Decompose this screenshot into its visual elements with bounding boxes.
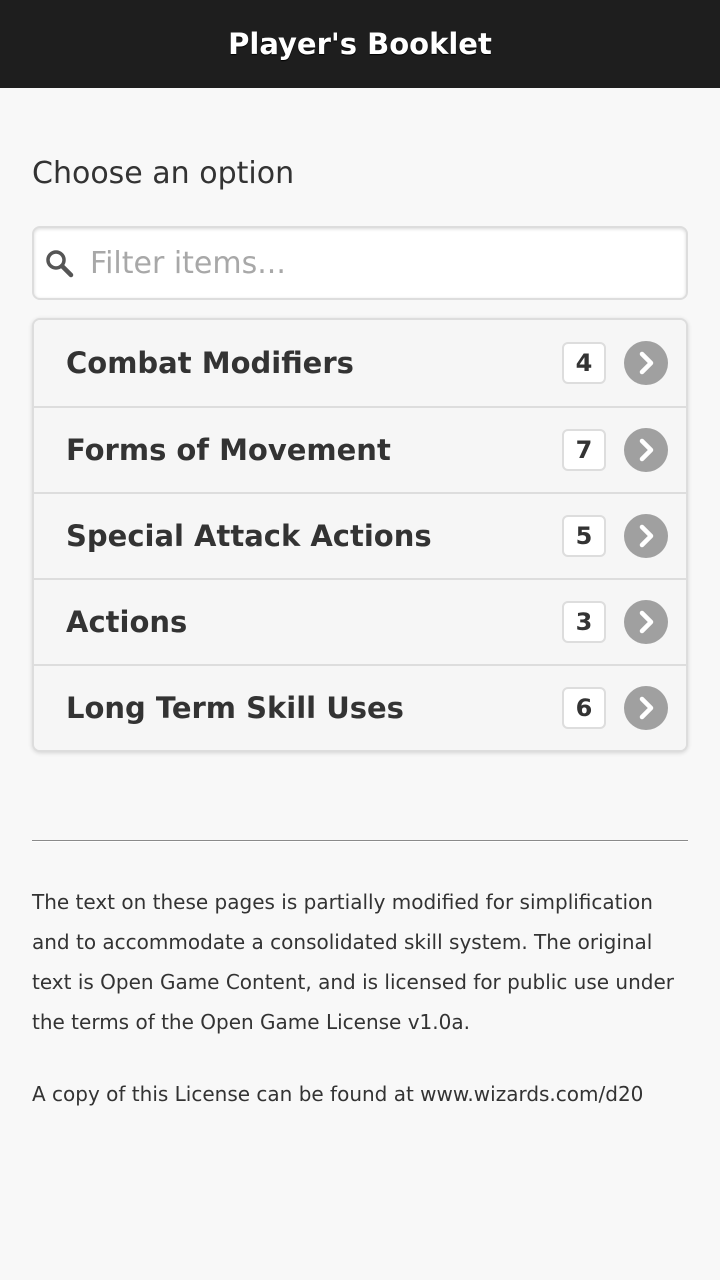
chevron-right-icon[interactable] — [624, 600, 668, 644]
list-item-long-term-skill-uses[interactable]: Long Term Skill Uses 6 — [34, 664, 686, 750]
item-label: Long Term Skill Uses — [66, 691, 404, 725]
item-label: Forms of Movement — [66, 433, 391, 467]
chevron-right-icon[interactable] — [624, 514, 668, 558]
count-badge: 7 — [562, 429, 606, 471]
item-label: Combat Modifiers — [66, 346, 354, 380]
license-text: The text on these pages is partially mod… — [32, 890, 675, 1034]
choose-option-heading: Choose an option — [32, 156, 295, 191]
license-link-text: A copy of this License can be found at w… — [32, 1082, 644, 1106]
search-icon — [46, 250, 74, 278]
list-item-actions[interactable]: Actions 3 — [34, 578, 686, 664]
list-item-combat-modifiers[interactable]: Combat Modifiers 4 — [34, 320, 686, 406]
chevron-right-icon[interactable] — [624, 341, 668, 385]
chevron-right-icon[interactable] — [624, 428, 668, 472]
list-item-forms-of-movement[interactable]: Forms of Movement 7 — [34, 406, 686, 492]
app-header: Player's Booklet — [0, 0, 720, 88]
main-content: Choose an option Combat Modifiers 4 Form… — [0, 154, 720, 1114]
search-bar[interactable] — [32, 226, 688, 300]
divider — [32, 840, 688, 842]
options-list: Combat Modifiers 4 Forms of Movement 7 S… — [32, 318, 688, 752]
chevron-right-icon[interactable] — [624, 686, 668, 730]
count-badge: 3 — [562, 601, 606, 643]
search-input[interactable] — [90, 233, 686, 293]
count-badge: 5 — [562, 515, 606, 557]
count-badge: 6 — [562, 687, 606, 729]
item-label: Actions — [66, 605, 188, 639]
item-label: Special Attack Actions — [66, 519, 432, 553]
list-item-special-attack-actions[interactable]: Special Attack Actions 5 — [34, 492, 686, 578]
count-badge: 4 — [562, 342, 606, 384]
page-title: Player's Booklet — [228, 27, 492, 61]
